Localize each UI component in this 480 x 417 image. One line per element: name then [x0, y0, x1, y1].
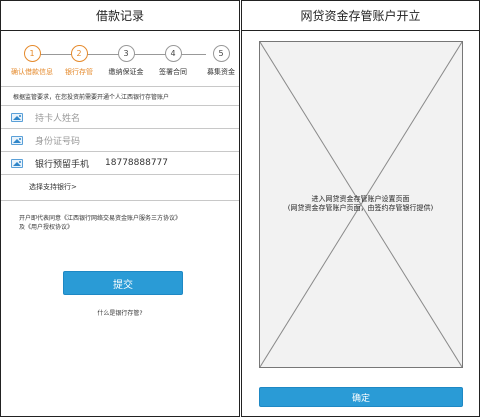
step-label: 募集资金: [207, 68, 235, 76]
progress-steps: 1 确认借款信息 2 银行存管 3 缴纳保证金 4 签署合同 5 募集资金: [1, 45, 239, 85]
step-deposit: 3 缴纳保证金: [104, 45, 148, 77]
step-label: 确认借款信息: [11, 68, 53, 76]
phone-field[interactable]: 银行预留手机 18778888777: [1, 152, 239, 174]
divider: [1, 174, 239, 175]
cardholder-name-field[interactable]: 持卡人姓名: [1, 106, 239, 128]
step-number: 1: [23, 45, 41, 62]
step-label: 签署合同: [159, 68, 187, 76]
phone-label: 银行预留手机: [35, 159, 90, 170]
custody-notice: 根据监管要求，在您投资前需要开通个人江西银行存管账户: [13, 94, 170, 101]
what-is-custody-link[interactable]: 什么是银行存管?: [1, 308, 239, 317]
id-number-placeholder: 身份证号码: [35, 136, 81, 147]
step-raise-funds: 5 募集资金: [199, 45, 239, 77]
agreement-line-1[interactable]: 开户即代表同意《江西银行网络交易资金账户服务三方协议》: [19, 214, 181, 223]
custody-account-panel: 网贷资金存管账户开立 进入网贷资金存管账户设置页面 (网贷资金存管账户页面，由签…: [241, 0, 480, 417]
image-icon: [11, 158, 23, 168]
placeholder-line-1: 进入网贷资金存管账户设置页面: [311, 195, 410, 203]
submit-button[interactable]: 提交: [63, 271, 183, 295]
divider: [1, 86, 239, 87]
agreement-text: 开户即代表同意《江西银行网络交易资金账户服务三方协议》 及《用户授权协议》: [19, 214, 181, 232]
image-icon: [11, 135, 23, 145]
select-bank-link[interactable]: 选择支持银行>: [29, 182, 77, 192]
image-icon: [11, 112, 23, 122]
agreement-line-2[interactable]: 及《用户授权协议》: [19, 223, 181, 232]
phone-value: 18778888777: [105, 158, 169, 168]
placeholder-description: 进入网贷资金存管账户设置页面 (网贷资金存管账户页面，由签约存管银行提供): [242, 195, 479, 213]
cardholder-name-placeholder: 持卡人姓名: [35, 113, 81, 124]
page-title: 网贷资金存管账户开立: [242, 1, 479, 31]
placeholder-line-2: (网贷资金存管账户页面，由签约存管银行提供): [287, 204, 434, 212]
step-label: 缴纳保证金: [108, 68, 144, 76]
step-number: 3: [117, 45, 135, 62]
page-title: 借款记录: [1, 1, 239, 31]
confirm-button[interactable]: 确定: [259, 387, 463, 407]
borrow-record-panel: 借款记录 1 确认借款信息 2 银行存管 3 缴纳保证金 4 签署合同 5 募集…: [0, 0, 240, 417]
id-number-field[interactable]: 身份证号码: [1, 129, 239, 151]
step-number: 5: [212, 45, 230, 62]
step-number: 2: [70, 45, 88, 62]
step-label: 银行存管: [65, 68, 93, 76]
step-confirm-loan: 1 确认借款信息: [10, 45, 54, 77]
step-bank-custody: 2 银行存管: [57, 45, 101, 77]
step-number: 4: [164, 45, 182, 62]
divider: [1, 200, 239, 201]
step-sign-contract: 4 签署合同: [151, 45, 195, 77]
